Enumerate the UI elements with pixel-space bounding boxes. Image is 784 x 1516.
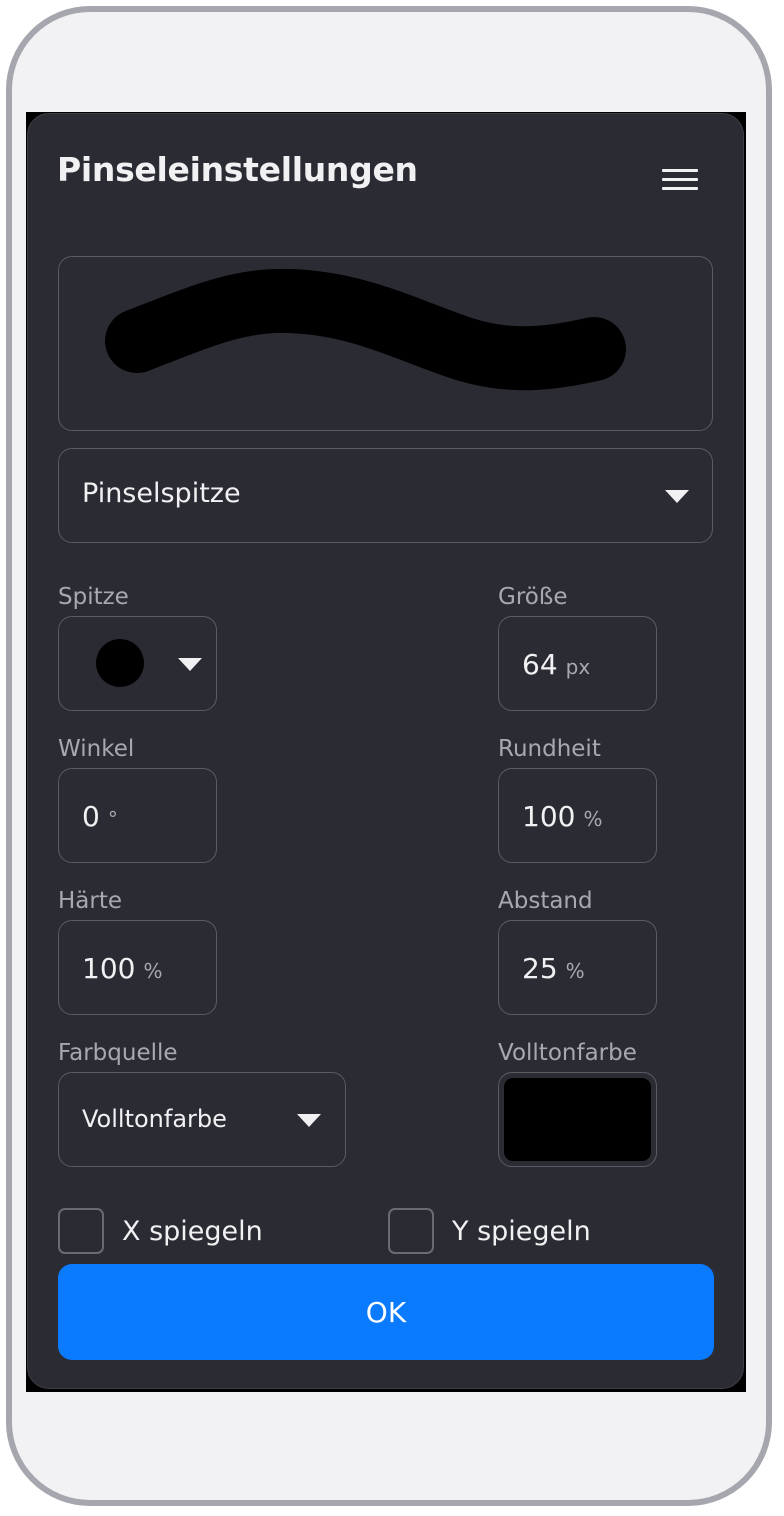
hardness-value: 100: [82, 952, 136, 985]
brush-tip-select[interactable]: Pinselspitze: [58, 448, 713, 543]
spacing-value: 25: [522, 952, 558, 985]
size-value: 64: [522, 648, 558, 681]
color-source-select[interactable]: Volltonfarbe: [58, 1072, 346, 1167]
brush-tip-select-label: Pinselspitze: [82, 478, 241, 509]
color-source-value: Volltonfarbe: [82, 1105, 227, 1133]
flip-x-checkbox[interactable]: [58, 1208, 104, 1254]
solid-color-label: Volltonfarbe: [498, 1040, 637, 1066]
flip-y-label: Y spiegeln: [452, 1216, 591, 1247]
angle-label: Winkel: [58, 736, 135, 762]
stroke-preview: [58, 256, 713, 431]
chevron-down-icon: [665, 490, 689, 503]
chevron-down-icon: [178, 658, 202, 671]
size-label: Größe: [498, 584, 568, 610]
spacing-label: Abstand: [498, 888, 593, 914]
roundness-value: 100: [522, 800, 576, 833]
color-swatch-fill: [504, 1078, 651, 1161]
brush-stroke-preview: [105, 268, 626, 391]
hamburger-menu-icon[interactable]: [660, 162, 700, 192]
size-unit: px: [565, 655, 591, 679]
solid-color-swatch[interactable]: [498, 1072, 657, 1167]
tip-label: Spitze: [58, 584, 129, 610]
flip-x-label: X spiegeln: [122, 1216, 263, 1247]
roundness-unit: %: [583, 807, 603, 831]
round-tip-icon: [96, 639, 144, 687]
angle-value: 0: [82, 800, 100, 833]
hardness-label: Härte: [58, 888, 123, 914]
size-field[interactable]: 64 px: [498, 616, 657, 711]
angle-unit: °: [107, 807, 118, 831]
color-source-label: Farbquelle: [58, 1040, 178, 1066]
roundness-label: Rundheit: [498, 736, 601, 762]
angle-field[interactable]: 0 °: [58, 768, 217, 863]
hardness-field[interactable]: 100%: [58, 920, 217, 1015]
spacing-field[interactable]: 25%: [498, 920, 657, 1015]
spacing-unit: %: [565, 959, 585, 983]
tip-shape-select[interactable]: [58, 616, 217, 711]
dialog-title: Pinseleinstellungen: [57, 150, 418, 189]
flip-y-checkbox[interactable]: [388, 1208, 434, 1254]
ok-button[interactable]: OK: [58, 1264, 714, 1360]
roundness-field[interactable]: 100%: [498, 768, 657, 863]
chevron-down-icon: [297, 1114, 321, 1127]
hardness-unit: %: [143, 959, 163, 983]
